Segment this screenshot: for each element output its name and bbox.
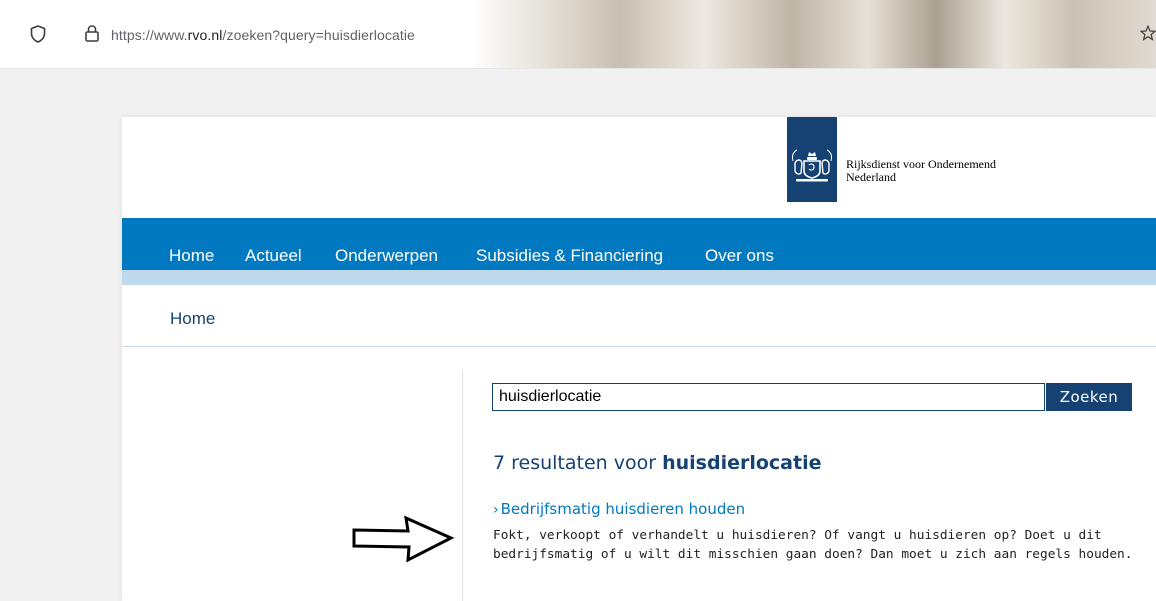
- breadcrumb-home[interactable]: Home: [170, 309, 215, 329]
- page-content: Rijksdienst voor Ondernemend Nederland H…: [122, 117, 1156, 601]
- navigation-subbar: [122, 270, 1156, 285]
- results-count: 7 resultaten voor: [493, 452, 657, 474]
- chevron-right-icon: ›: [493, 502, 499, 518]
- browser-address-bar: https://www.rvo.nl/zoeken?query=huisdier…: [0, 0, 1156, 69]
- results-heading: 7 resultaten voor huisdierlocatie: [493, 452, 822, 474]
- url-path: /zoeken?query=huisdierlocatie: [222, 27, 415, 43]
- result-description-line1: Fokt, verkoopt of verhandelt u huisdiere…: [493, 528, 1102, 543]
- nav-item-actueel[interactable]: Actueel: [245, 246, 302, 266]
- organization-name: Rijksdienst voor Ondernemend Nederland: [846, 158, 996, 184]
- url-prefix: https://www.: [111, 27, 188, 43]
- breadcrumb-divider: [122, 346, 1156, 347]
- result-title-link[interactable]: › Bedrijfsmatig huisdieren houden: [493, 500, 745, 518]
- tab-background-decoration: [470, 0, 1156, 68]
- coat-of-arms-logo[interactable]: [787, 117, 837, 202]
- nav-item-home[interactable]: Home: [169, 246, 214, 266]
- url-domain: rvo.nl: [187, 27, 223, 43]
- result-title: Bedrijfsmatig huisdieren houden: [500, 500, 746, 518]
- search-input[interactable]: [492, 383, 1045, 411]
- shield-icon[interactable]: [30, 25, 46, 48]
- nav-item-onderwerpen[interactable]: Onderwerpen: [335, 246, 438, 266]
- lock-icon[interactable]: [84, 24, 100, 47]
- arrow-right-icon: [350, 515, 456, 568]
- result-description-line2: bedrijfsmatig of u wilt dit misschien ga…: [493, 547, 1133, 562]
- result-description: Fokt, verkoopt of verhandelt u huisdiere…: [493, 526, 1143, 564]
- search-button[interactable]: Zoeken: [1046, 383, 1132, 411]
- nav-item-over-ons[interactable]: Over ons: [705, 246, 774, 266]
- star-icon[interactable]: [1139, 24, 1156, 46]
- nav-item-subsidies-financiering[interactable]: Subsidies & Financiering: [476, 246, 663, 266]
- url-bar[interactable]: https://www.rvo.nl/zoeken?query=huisdier…: [111, 27, 415, 43]
- results-query: huisdierlocatie: [662, 452, 822, 474]
- sidebar-divider: [462, 370, 463, 601]
- organization-name-line2: Nederland: [846, 170, 896, 184]
